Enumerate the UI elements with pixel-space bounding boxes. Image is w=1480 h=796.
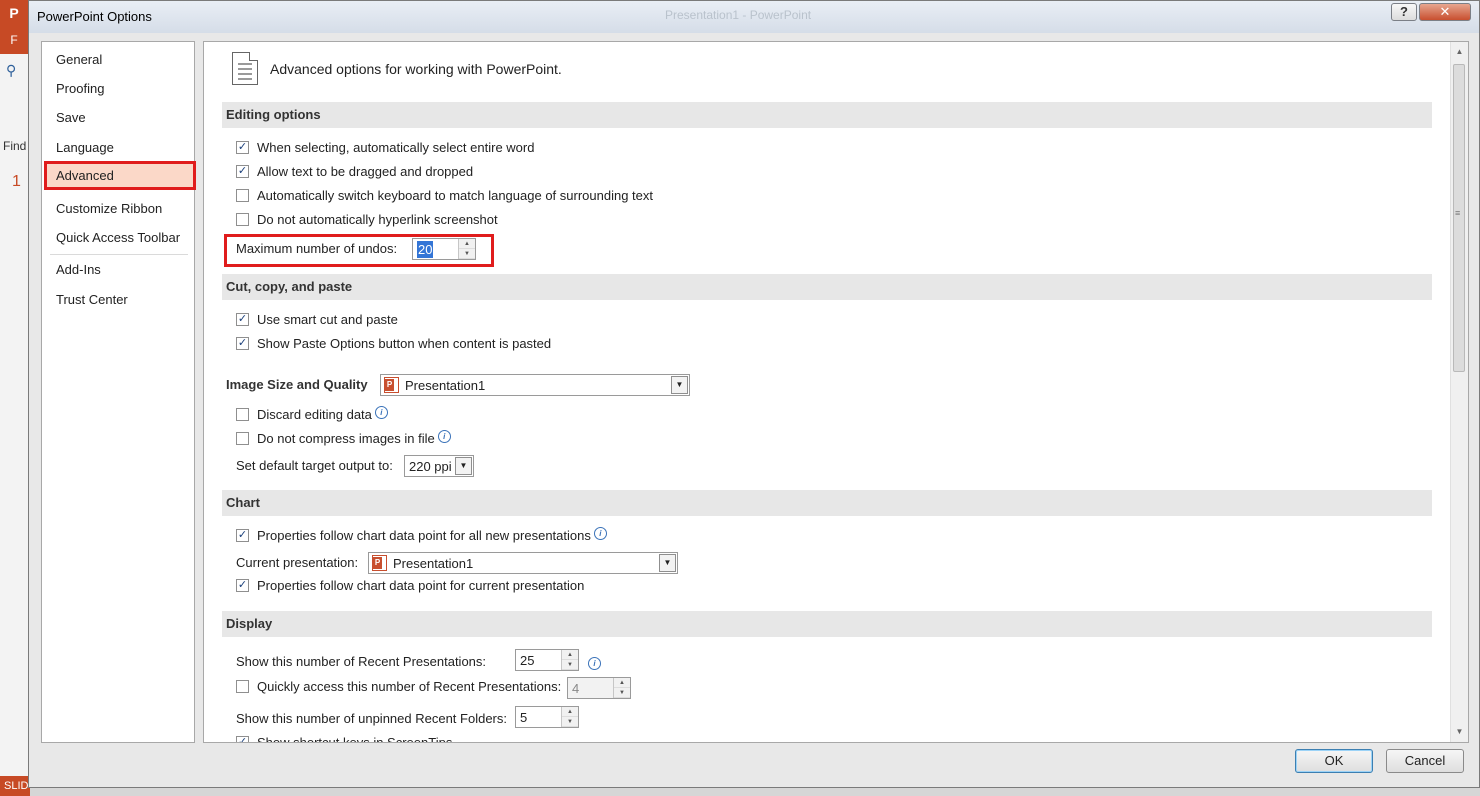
checkbox-unchecked[interactable] <box>236 213 249 227</box>
option-no-compress-images[interactable]: Do not compress images in file i <box>236 428 451 450</box>
close-button[interactable]: ✕ <box>1419 3 1471 21</box>
powerpoint-logo-icon: P <box>0 0 28 26</box>
checkbox-checked[interactable]: ✓ <box>236 165 249 179</box>
nav-item-save[interactable]: Save <box>44 103 192 132</box>
option-discard-editing-data[interactable]: Discard editing data i <box>236 404 388 426</box>
scroll-up-icon[interactable]: ▲ <box>1451 44 1468 60</box>
quick-access-stepper: 4 ▲ ▼ <box>567 677 631 699</box>
option-auto-switch-keyboard[interactable]: Automatically switch keyboard to match l… <box>236 185 653 207</box>
grip-icon: ≡ <box>1455 208 1461 218</box>
background-window-title: Presentation1 - PowerPoint <box>665 8 812 22</box>
spin-down-icon[interactable]: ▼ <box>562 717 578 727</box>
undos-stepper[interactable]: 20 ▲ ▼ <box>412 238 476 260</box>
section-image-size-quality: Image Size and Quality <box>226 377 368 392</box>
cancel-button[interactable]: Cancel <box>1386 749 1464 773</box>
vertical-scrollbar[interactable]: ▲ ≡ ▼ <box>1450 42 1468 742</box>
spin-down-icon: ▼ <box>614 688 630 698</box>
nav-item-language[interactable]: Language <box>44 133 192 162</box>
recent-presentations-stepper[interactable]: 25 ▲ ▼ <box>515 649 579 671</box>
recent-folders-label: Show this number of unpinned Recent Fold… <box>236 711 507 726</box>
checkbox-checked[interactable]: ✓ <box>236 736 249 742</box>
option-drag-drop-text[interactable]: ✓ Allow text to be dragged and dropped <box>236 161 473 183</box>
option-chart-current[interactable]: ✓ Properties follow chart data point for … <box>236 575 584 597</box>
info-icon[interactable]: i <box>588 657 601 670</box>
recent-folders-stepper[interactable]: 5 ▲ ▼ <box>515 706 579 728</box>
spin-up-icon[interactable]: ▲ <box>459 239 475 249</box>
option-shortcut-keys-screentips[interactable]: ✓ Show shortcut keys in ScreenTips <box>236 732 452 742</box>
dialog-footer: OK Cancel <box>29 745 1479 789</box>
spin-down-icon[interactable]: ▼ <box>562 660 578 670</box>
recent-presentations-label: Show this number of Recent Presentations… <box>236 654 487 669</box>
ok-button[interactable]: OK <box>1295 749 1373 773</box>
scrollbar-thumb[interactable] <box>1453 64 1465 372</box>
slide-number: 1 <box>12 173 21 190</box>
spin-up-icon[interactable]: ▲ <box>562 707 578 717</box>
option-auto-select-word[interactable]: ✓ When selecting, automatically select en… <box>236 137 534 159</box>
target-output-label: Set default target output to: <box>236 458 393 473</box>
nav-item-advanced[interactable]: Advanced <box>44 161 196 190</box>
help-button[interactable]: ? <box>1391 3 1417 21</box>
nav-item-quick-access-toolbar[interactable]: Quick Access Toolbar <box>44 223 192 252</box>
option-no-hyperlink-screenshot[interactable]: Do not automatically hyperlink screensho… <box>236 209 498 231</box>
info-icon[interactable]: i <box>374 406 388 420</box>
checkbox-unchecked[interactable] <box>236 432 249 446</box>
nav-item-general[interactable]: General <box>44 45 192 74</box>
nav-item-proofing[interactable]: Proofing <box>44 74 192 103</box>
section-chart: Chart <box>222 490 1432 516</box>
chart-presentation-select[interactable]: Presentation1 ▼ <box>368 552 678 574</box>
spin-up-icon[interactable]: ▲ <box>562 650 578 660</box>
find-label: Find <box>3 139 27 153</box>
checkbox-unchecked[interactable] <box>236 680 249 694</box>
checkbox-checked[interactable]: ✓ <box>236 579 249 593</box>
scroll-down-icon[interactable]: ▼ <box>1451 724 1468 740</box>
info-icon[interactable]: i <box>593 527 607 541</box>
spin-up-icon: ▲ <box>614 678 630 688</box>
dialog-title: PowerPoint Options <box>37 9 152 24</box>
file-tab[interactable]: F <box>0 26 28 54</box>
section-editing-options: Editing options <box>222 102 1432 128</box>
powerpoint-file-icon <box>384 377 399 393</box>
powerpoint-file-icon <box>372 555 387 571</box>
spin-down-icon[interactable]: ▼ <box>459 249 475 259</box>
option-chart-all-new[interactable]: ✓ Properties follow chart data point for … <box>236 525 607 547</box>
checkbox-checked[interactable]: ✓ <box>236 337 249 351</box>
image-presentation-select[interactable]: Presentation1 ▼ <box>380 374 690 396</box>
background-app: P F ⚲ Find 1 SLID <box>0 0 30 796</box>
option-show-paste-options[interactable]: ✓ Show Paste Options button when content … <box>236 333 551 355</box>
chevron-down-icon[interactable]: ▼ <box>455 457 472 475</box>
dialog-body: General Proofing Save Language Advanced … <box>41 39 1469 745</box>
info-icon[interactable]: i <box>437 430 451 444</box>
checkbox-unchecked[interactable] <box>236 189 249 203</box>
checkbox-checked[interactable]: ✓ <box>236 313 249 327</box>
title-bar: PowerPoint Options Presentation1 - Power… <box>29 1 1479 33</box>
undos-value[interactable]: 20 <box>417 241 434 258</box>
status-bar: SLID <box>0 776 30 796</box>
search-icon[interactable]: ⚲ <box>6 62 16 79</box>
pane-title: Advanced options for working with PowerP… <box>270 61 562 77</box>
chevron-down-icon[interactable]: ▼ <box>671 376 688 394</box>
section-cut-copy-paste: Cut, copy, and paste <box>222 274 1432 300</box>
checkbox-checked[interactable]: ✓ <box>236 529 249 543</box>
category-nav: General Proofing Save Language Advanced … <box>41 41 196 743</box>
nav-item-trust-center[interactable]: Trust Center <box>44 285 192 314</box>
checkbox-checked[interactable]: ✓ <box>236 141 249 155</box>
document-options-icon <box>232 52 258 85</box>
advanced-options-pane: Advanced options for working with PowerP… <box>203 41 1469 743</box>
section-display: Display <box>222 611 1432 637</box>
options-dialog: PowerPoint Options Presentation1 - Power… <box>28 0 1480 788</box>
nav-item-customize-ribbon[interactable]: Customize Ribbon <box>44 194 192 223</box>
target-output-select[interactable]: 220 ppi ▼ <box>404 455 474 477</box>
current-presentation-label: Current presentation: <box>236 555 359 570</box>
option-quick-access-recent[interactable]: Quickly access this number of Recent Pre… <box>236 676 561 698</box>
checkbox-unchecked[interactable] <box>236 408 249 422</box>
nav-item-add-ins[interactable]: Add-Ins <box>44 255 192 284</box>
chevron-down-icon[interactable]: ▼ <box>659 554 676 572</box>
option-smart-cut-paste[interactable]: ✓ Use smart cut and paste <box>236 309 398 331</box>
undos-label: Maximum number of undos: <box>236 241 398 256</box>
